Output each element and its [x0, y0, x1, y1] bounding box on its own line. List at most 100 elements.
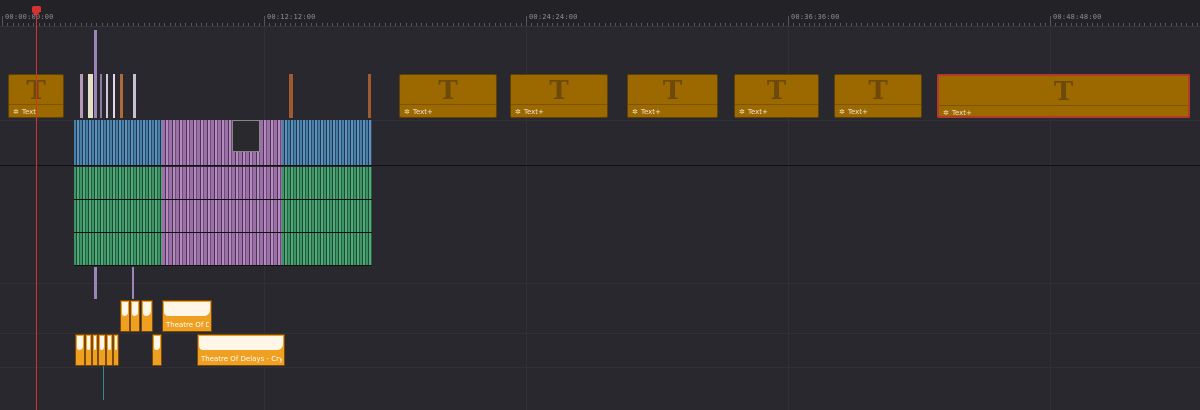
ruler-tick — [955, 23, 957, 26]
ruler-tick — [23, 23, 24, 26]
ruler-tick — [64, 23, 66, 26]
fusion-fx-icon: ✲ — [515, 108, 521, 116]
text-plus-clip[interactable]: T ✲ Text+ — [399, 74, 497, 118]
thin-clip[interactable] — [106, 74, 108, 118]
ruler-tick — [431, 23, 433, 26]
ruler-tick — [772, 23, 774, 26]
ruler-tick — [588, 23, 590, 26]
ruler-tick — [950, 23, 952, 26]
music-clip[interactable] — [113, 334, 119, 366]
ruler-tick — [725, 23, 727, 26]
ruler-tick — [96, 23, 98, 26]
music-clip[interactable]: Theatre Of Delays - Crystal ... — [197, 334, 285, 366]
video-clips-group[interactable] — [282, 120, 372, 165]
keyframe-line — [103, 366, 104, 400]
ruler-tick — [243, 23, 244, 26]
thin-clip[interactable] — [100, 74, 102, 118]
music-clip[interactable] — [85, 334, 92, 366]
ruler-tick — [290, 23, 292, 26]
ruler-tick — [657, 23, 658, 26]
ruler-tick — [688, 23, 690, 26]
ruler-tick — [237, 23, 239, 26]
thin-clip[interactable] — [133, 74, 136, 118]
ruler-tick — [541, 23, 543, 26]
ruler-tick — [1013, 23, 1015, 26]
ruler-tick — [12, 23, 14, 26]
ruler-tick — [562, 23, 564, 26]
ruler-tick — [1144, 23, 1146, 26]
audio-clip[interactable] — [282, 200, 372, 233]
title-icon: T — [662, 76, 683, 106]
ruler-tick — [353, 23, 355, 26]
music-clip[interactable] — [152, 334, 162, 366]
music-clip[interactable]: Theatre Of Del... — [162, 300, 212, 332]
ruler-tick — [227, 23, 229, 26]
text-plus-clip[interactable]: T ✲ Text+ — [510, 74, 608, 118]
playhead-line[interactable] — [36, 8, 37, 410]
ruler-tick — [761, 23, 763, 26]
ruler-tick — [698, 23, 700, 26]
text-plus-clip-selected[interactable]: T ✲ Text+ — [937, 74, 1190, 118]
thin-clip[interactable] — [80, 74, 83, 118]
music-clip[interactable] — [98, 334, 106, 366]
ruler-tick — [436, 23, 438, 26]
timecode-label: 00:48:48:00 — [1053, 13, 1102, 21]
ruler-tick — [1170, 23, 1172, 26]
text-plus-clip[interactable]: T ✲ Text+ — [834, 74, 922, 118]
music-clip[interactable] — [120, 300, 130, 332]
compound-audio-clip[interactable] — [162, 200, 282, 233]
ruler-tick — [1023, 23, 1025, 26]
playhead-handle[interactable] — [32, 6, 41, 16]
audio-clip[interactable] — [282, 167, 372, 200]
ruler-tick — [174, 23, 176, 26]
compound-audio-clip[interactable] — [162, 167, 282, 200]
ruler-tick — [421, 23, 423, 26]
ruler-tick — [693, 23, 695, 26]
music-clip[interactable] — [130, 300, 140, 332]
audio-clip[interactable] — [74, 200, 162, 233]
ruler-tick — [143, 23, 145, 26]
audio-clip[interactable] — [282, 233, 372, 266]
thin-audio-clip[interactable] — [132, 267, 134, 299]
adjustment-clip[interactable] — [94, 30, 97, 118]
thin-clip[interactable] — [289, 74, 293, 118]
ruler-tick — [683, 23, 685, 26]
ruler-tick — [379, 23, 381, 26]
ruler-tick — [599, 23, 601, 26]
ruler-tick — [374, 23, 375, 26]
compound-audio-clip[interactable] — [162, 233, 282, 266]
ruler-tick — [1097, 23, 1099, 26]
ruler-tick — [1160, 23, 1161, 26]
thin-clip[interactable] — [368, 74, 371, 118]
fusion-fx-icon: ✲ — [404, 108, 410, 116]
ruler-tick — [641, 23, 643, 26]
thin-clip[interactable] — [88, 74, 93, 118]
audio-clip[interactable] — [74, 167, 162, 200]
audio-clip[interactable] — [74, 233, 162, 266]
video-clips-group[interactable] — [74, 120, 162, 165]
compound-clip[interactable] — [162, 120, 282, 165]
thin-audio-clip[interactable] — [94, 267, 97, 299]
ruler-tick — [960, 23, 962, 26]
ruler-tick — [719, 23, 721, 26]
music-clip[interactable] — [75, 334, 85, 366]
ruler-tick — [636, 23, 637, 26]
ruler-tick — [714, 23, 716, 26]
timeline-ruler[interactable]: 00:00:00:00 00:12:12:00 00:24:24:00 00:3… — [0, 0, 1200, 27]
ruler-tick — [615, 23, 617, 26]
music-clip[interactable] — [106, 334, 113, 366]
ruler-tick — [756, 23, 758, 26]
ruler-tick — [919, 23, 920, 26]
music-clip[interactable] — [141, 300, 153, 332]
fusion-fx-icon: ✲ — [632, 108, 638, 116]
ruler-tick — [264, 16, 265, 26]
text-plus-clip[interactable]: T ✲ Text+ — [627, 74, 718, 118]
ruler-tick — [190, 23, 192, 26]
thin-clip[interactable] — [120, 74, 123, 118]
ruler-tick — [1186, 23, 1188, 26]
ruler-tick — [1196, 23, 1198, 26]
thin-clip[interactable] — [113, 74, 115, 118]
text-plus-clip[interactable]: T ✲ Text+ — [734, 74, 819, 118]
title-icon: T — [549, 76, 569, 106]
ruler-tick — [1139, 23, 1141, 26]
